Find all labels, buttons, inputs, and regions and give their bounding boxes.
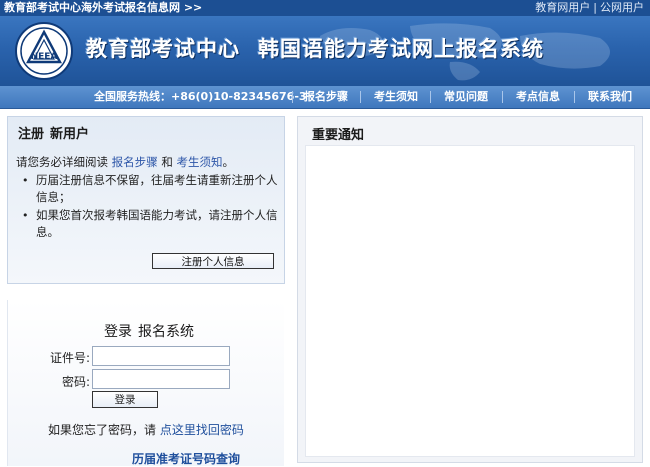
svg-text:NEEA: NEEA bbox=[31, 52, 58, 62]
nav-item-faq[interactable]: 常见问题 bbox=[444, 86, 488, 108]
public-net-user-link[interactable]: 公网用户 bbox=[600, 1, 644, 14]
list-item: 历届注册信息不保留，往届考生请重新注册个人信息； bbox=[22, 172, 278, 206]
forgot-password-text: 如果您忘了密码，请 点这里找回密码 bbox=[48, 423, 244, 437]
top-bar: 教育部考试中心海外考试报名信息网 >> 教育网用户 | 公网用户 bbox=[0, 0, 650, 16]
nav-divider bbox=[502, 91, 503, 103]
edu-net-user-link[interactable]: 教育网用户 bbox=[535, 1, 590, 14]
notice-panel: 重要通知 bbox=[297, 116, 643, 463]
notice-title: 重要通知 bbox=[312, 128, 365, 143]
nav-divider bbox=[360, 91, 361, 103]
register-panel: 注册新用户 请您务必详细阅读 报名步骤 和 考生须知。 历届注册信息不保留，往届… bbox=[7, 116, 285, 284]
org-name: 教育部考试中心 bbox=[86, 37, 240, 61]
password-input[interactable] bbox=[92, 369, 230, 389]
site-home-link[interactable]: 教育部考试中心海外考试报名信息网 >> bbox=[4, 0, 202, 16]
banner-title: 教育部考试中心 韩国语能力考试网上报名系统 bbox=[86, 33, 544, 63]
login-panel: 登录 报名系统 证件号: 密码: 登录 如果您忘了密码，请 点这里找回密码 历届准… bbox=[7, 300, 284, 466]
nav-divider bbox=[292, 91, 293, 103]
nav-bar: 全国服务热线：+86(0)10-82345676-3 报名步骤 考生须知 常见问… bbox=[0, 86, 650, 109]
nav-item-steps[interactable]: 报名步骤 bbox=[304, 86, 348, 108]
steps-link[interactable]: 报名步骤 bbox=[112, 155, 158, 169]
nav-divider bbox=[574, 91, 575, 103]
id-number-input[interactable] bbox=[92, 346, 230, 366]
header-banner: NEEA 教育部考试中心 韩国语能力考试网上报名系统 bbox=[0, 16, 650, 86]
login-button[interactable]: 登录 bbox=[92, 391, 158, 408]
password-label: 密码: bbox=[61, 375, 90, 389]
register-title: 注册 新用户 bbox=[18, 127, 90, 142]
login-title: 登录 报名系统 bbox=[104, 324, 194, 340]
list-item: 如果您首次报考韩国语能力考试，请注册个人信息。 bbox=[22, 207, 278, 241]
register-intro: 请您务必详细阅读 报名步骤 和 考生须知。 bbox=[16, 155, 234, 169]
nav-item-test-centers[interactable]: 考点信息 bbox=[516, 86, 560, 108]
nav-item-notice[interactable]: 考生须知 bbox=[374, 86, 418, 108]
register-button[interactable]: 注册个人信息 bbox=[152, 253, 274, 269]
service-hotline: 全国服务热线：+86(0)10-82345676-3 bbox=[94, 90, 307, 103]
user-type-links: 教育网用户 | 公网用户 bbox=[535, 0, 644, 16]
id-number-label: 证件号: bbox=[49, 351, 90, 365]
register-tips: 历届注册信息不保留，往届考生请重新注册个人信息； 如果您首次报考韩国语能力考试，… bbox=[22, 172, 278, 242]
notice-link[interactable]: 考生须知 bbox=[176, 155, 222, 169]
forgot-password-link[interactable]: 点这里找回密码 bbox=[160, 423, 244, 437]
notice-content bbox=[305, 145, 635, 457]
neea-logo: NEEA bbox=[15, 22, 73, 80]
system-name: 韩国语能力考试网上报名系统 bbox=[258, 37, 544, 61]
history-admission-link[interactable]: 历届准考证号码查询 bbox=[132, 450, 240, 467]
nav-divider bbox=[430, 91, 431, 103]
nav-item-contact[interactable]: 联系我们 bbox=[588, 86, 632, 108]
separator: | bbox=[593, 1, 597, 14]
